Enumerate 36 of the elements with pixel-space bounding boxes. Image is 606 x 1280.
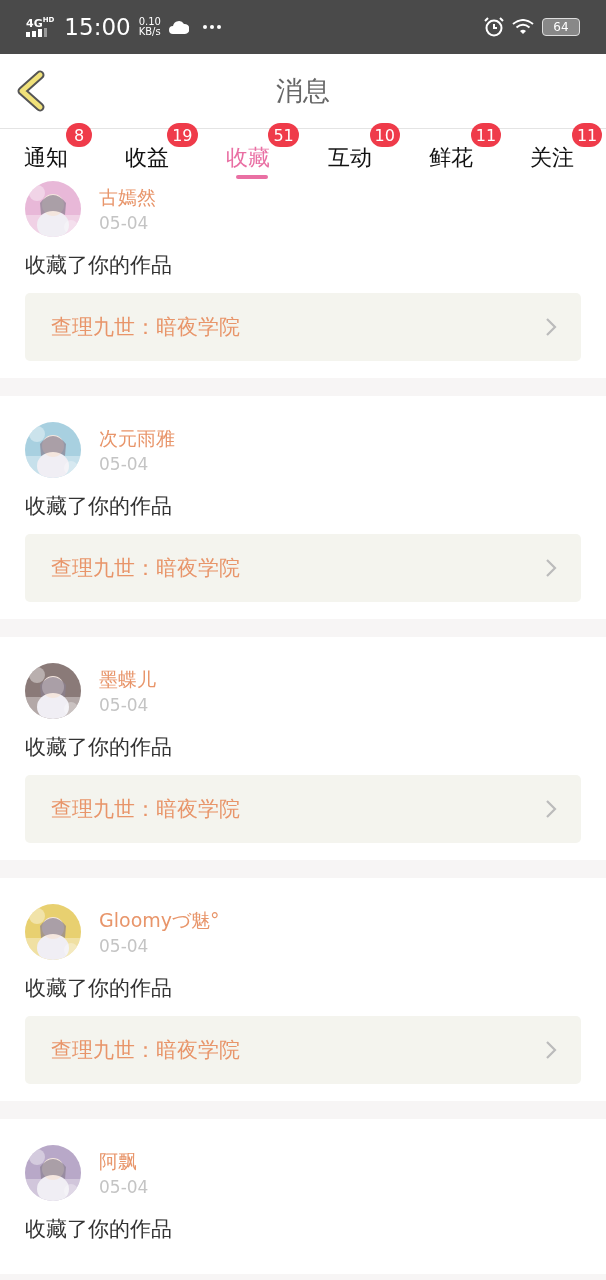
count-badge: 11 <box>470 123 502 147</box>
user-name: 阿飘 <box>99 1149 138 1174</box>
chevron-right-icon <box>545 799 557 819</box>
cloud-icon <box>168 20 189 34</box>
message-date: 05-04 <box>99 695 150 715</box>
count-badge: 10 <box>369 123 400 147</box>
network-label: 4G$^{HD}$ <box>26 16 55 29</box>
message-date: 05-04 <box>99 213 150 233</box>
user-name: 古嫣然 <box>99 185 156 210</box>
user-name: Gloomyづ魅° <box>99 908 220 933</box>
message-text: 收藏了你的作品 <box>25 734 173 761</box>
count-badge: 19 <box>167 123 198 147</box>
count-badge: 8 <box>66 123 92 147</box>
message-text: 收藏了你的作品 <box>25 252 173 279</box>
message-text: 收藏了你的作品 <box>25 493 173 520</box>
page-title: 消息 <box>276 74 330 108</box>
message-text: 收藏了你的作品 <box>25 975 173 1002</box>
chevron-right-icon <box>545 317 557 337</box>
message-date: 05-04 <box>99 454 150 474</box>
network-speed: 0.10 KB/s <box>138 16 161 38</box>
message-date: 05-04 <box>99 1177 149 1197</box>
count-badge: 11 <box>571 123 603 147</box>
tab-underline <box>236 175 269 179</box>
chevron-right-icon <box>545 1040 557 1060</box>
battery-indicator: 64 <box>542 18 580 36</box>
status-time: 15:00 <box>64 14 131 40</box>
message-date: 05-04 <box>99 936 150 956</box>
count-badge: 51 <box>268 123 299 147</box>
user-name: 墨蝶儿 <box>99 667 156 692</box>
message-text: 收藏了你的作品 <box>25 1216 173 1243</box>
more-icon <box>202 25 221 29</box>
wifi-icon <box>512 19 534 35</box>
signal-icon <box>26 28 48 38</box>
user-name: 次元雨雅 <box>99 426 175 451</box>
alarm-icon <box>484 17 504 37</box>
chevron-right-icon <box>545 558 557 578</box>
